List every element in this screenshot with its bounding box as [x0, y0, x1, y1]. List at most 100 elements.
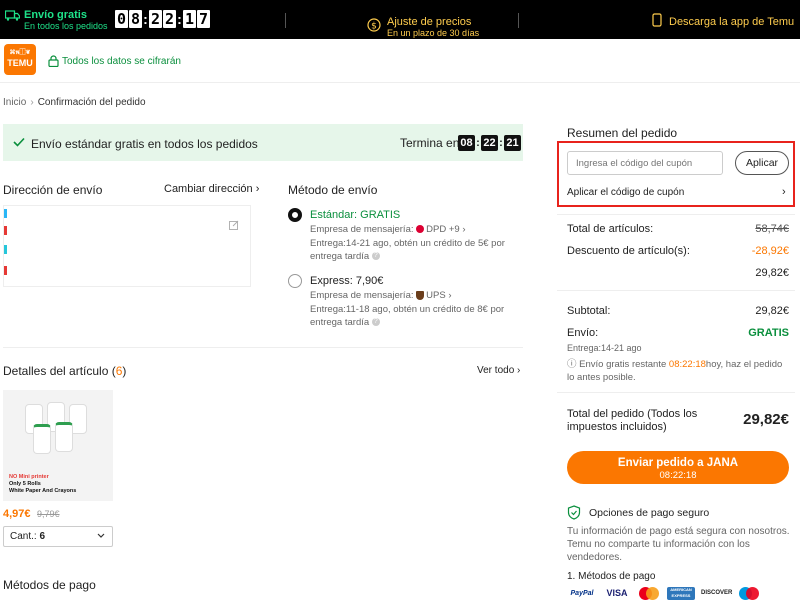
download-app-link[interactable]: Descarga la app de Temu [669, 16, 794, 28]
timer-digit: 0 [115, 10, 128, 28]
divider [557, 214, 795, 215]
checkout-header: ⌘พ⿰❦ TEMU Todos los datos se cifrarán [0, 39, 800, 83]
paper-roll [55, 422, 73, 452]
address-stripe [4, 226, 7, 235]
svg-text:$: $ [371, 22, 377, 32]
change-address-link[interactable]: Cambiar dirección › [164, 183, 259, 195]
product-price: 4,97€ [3, 508, 31, 520]
phone-icon [652, 13, 662, 27]
timer-separator: : [177, 11, 182, 27]
address-card[interactable] [3, 205, 251, 287]
timer-digit: 8 [129, 10, 142, 28]
temu-logo[interactable]: ⌘พ⿰❦ TEMU [4, 44, 36, 75]
info-icon[interactable]: ? [371, 252, 380, 261]
subtotal-value: 29,82€ [755, 305, 789, 317]
ends-in-label: Termina en [400, 136, 460, 150]
shipping-address-title: Dirección de envío [3, 183, 103, 197]
submit-order-button[interactable]: Enviar pedido a JANA 08:22:18 [567, 451, 789, 484]
info-icon[interactable]: ? [371, 318, 380, 327]
carrier-more: › [448, 290, 452, 301]
secure-data-text: Todos los datos se cifrarán [62, 56, 181, 67]
timer-digit: 1 [183, 10, 196, 28]
quantity-select[interactable]: Cant.: 6 [3, 526, 113, 547]
chevron-down-icon [97, 533, 105, 538]
price-adjust-subtitle: En un plazo de 30 días [387, 28, 480, 38]
carrier-label: Empresa de mensajería: [310, 224, 414, 235]
promo-topbar: Envío gratis En todos los pedidos 0 8 : … [0, 0, 800, 39]
payment-logos: PayPal VISA AMERICAN EXPRESS DISCOVER [567, 587, 761, 600]
shipping-standard-radio[interactable] [288, 208, 302, 222]
apply-coupon-button[interactable]: Aplicar [735, 151, 789, 175]
submit-order-label: Enviar pedido a JANA [617, 457, 739, 469]
address-stripe [4, 245, 7, 254]
carrier-name: DPD [426, 224, 447, 235]
shipping-standard-name[interactable]: Estándar: GRATIS [310, 209, 400, 221]
price-adjust-title: Ajuste de precios [387, 16, 472, 28]
shipping-express-carrier[interactable]: Empresa de mensajería: UPS › [310, 289, 452, 302]
address-stripe [4, 209, 7, 218]
product-image-text: Only 5 Rolls [9, 481, 41, 487]
paper-roll [33, 424, 51, 454]
coupon-input[interactable] [567, 151, 723, 175]
countdown-hours: 08 [458, 135, 475, 151]
breadcrumb-current: Confirmación del pedido [37, 97, 146, 108]
lock-icon [48, 55, 59, 67]
free-shipping-title: Envío gratis [24, 9, 87, 21]
edit-icon[interactable] [229, 220, 239, 230]
chevron-right-icon[interactable]: › [782, 186, 786, 198]
price-adjust-promo[interactable]: Ajuste de precios En un plazo de 30 días [387, 17, 479, 39]
price-adjust-icon: $ [367, 18, 381, 32]
logo-wordmark: TEMU [7, 58, 33, 68]
timer-digit: 2 [163, 10, 176, 28]
shipping-value: GRATIS [748, 327, 789, 339]
quantity-label: Cant.: [10, 531, 37, 542]
timer-digit: 7 [197, 10, 210, 28]
ups-icon [416, 290, 425, 300]
divider [285, 13, 286, 28]
free-shipping-note: ⓘ Envío gratis restante 08:22:18hoy, haz… [567, 359, 783, 383]
breadcrumb: Inicio › Confirmación del pedido [3, 97, 146, 108]
logo-glyphs: ⌘พ⿰❦ [9, 50, 31, 56]
see-all-link[interactable]: Ver todo › [477, 365, 520, 376]
discounted-total: 29,82€ [755, 267, 789, 279]
visa-icon: VISA [606, 588, 628, 598]
apply-coupon-code-link[interactable]: Aplicar el código de cupón [567, 187, 684, 198]
shield-icon [567, 505, 581, 520]
secure-payment-title: Opciones de pago seguro [589, 507, 710, 519]
timer-separator: : [143, 11, 148, 27]
delivery-dates: Entrega:14-21 ago [567, 343, 642, 353]
product-old-price: 9,79€ [37, 509, 60, 519]
payment-methods-title: Métodos de pago [3, 578, 96, 592]
divider [3, 347, 523, 348]
mastercard-icon [637, 587, 661, 600]
carrier-label: Empresa de mensajería: [310, 290, 414, 301]
free-shipping-subtitle: En todos los pedidos [24, 21, 108, 31]
free-shipping-promo: Envío gratis En todos los pedidos [24, 10, 108, 32]
shipping-standard-carrier[interactable]: Empresa de mensajería: DPD +9 › [310, 223, 465, 236]
quantity-value: 6 [39, 531, 46, 542]
shipping-standard-delivery: Entrega:14-21 ago, obtén un crédito de 5… [310, 238, 505, 262]
divider [557, 392, 795, 393]
address-stripe [4, 266, 7, 275]
free-shipping-banner: Envío estándar gratis en todos los pedid… [3, 124, 523, 161]
discover-icon: DISCOVER [701, 590, 733, 596]
truck-icon [5, 10, 20, 21]
order-total-value: 29,82€ [743, 411, 789, 428]
total-items-label: Total de artículos: [567, 223, 654, 235]
note-timer: 08:22:18 [668, 359, 706, 370]
item-details-title: Detalles del artículo (6) [3, 364, 127, 378]
shipping-express-radio[interactable] [288, 274, 302, 288]
shipping-express-name[interactable]: Express: 7,90€ [310, 275, 383, 287]
banner-countdown: 08:22:21 [458, 135, 521, 151]
shipping-express-delivery: Entrega:11-18 ago, obtén un crédito de 8… [310, 304, 505, 328]
total-items-value: 58,74€ [755, 223, 789, 235]
submit-order-timer: 08:22:18 [659, 470, 697, 481]
dpd-icon [416, 225, 425, 234]
shipping-method-title: Método de envío [288, 183, 378, 197]
product-image[interactable]: NO Mini printer Only 5 Rolls White Paper… [3, 390, 113, 501]
product-image-text: NO Mini printer [9, 474, 49, 480]
free-shipping-banner-text: Envío estándar gratis en todos los pedid… [31, 137, 258, 151]
breadcrumb-separator: › [30, 97, 34, 108]
breadcrumb-home[interactable]: Inicio [3, 97, 26, 108]
carrier-more: +9 › [448, 224, 466, 235]
